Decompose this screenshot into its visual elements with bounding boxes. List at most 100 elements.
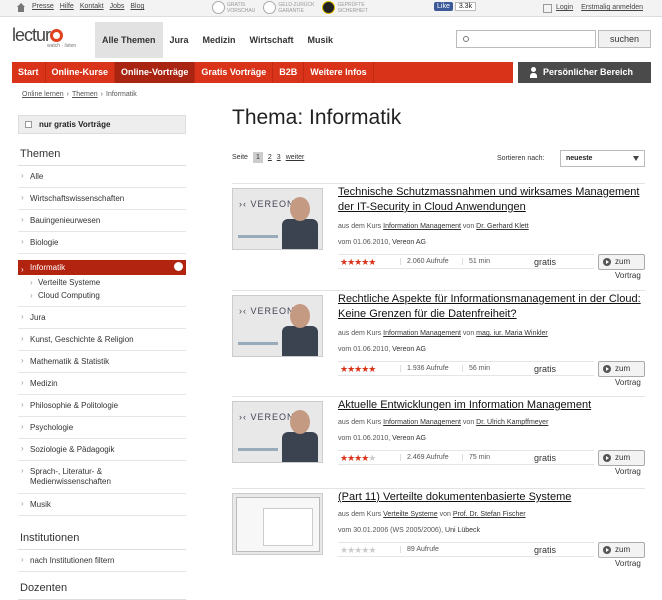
- remove-filter-icon[interactable]: [174, 262, 183, 271]
- home-icon[interactable]: [16, 3, 26, 13]
- personal-area-button[interactable]: Persönlicher Bereich: [518, 62, 651, 83]
- subnav-b2b[interactable]: B2B: [273, 62, 305, 83]
- register-link[interactable]: Erstmalig anmelden: [581, 4, 643, 11]
- lecture-item: ›‹ VEREON Aktuelle Entwicklungen im Infor…: [232, 396, 645, 489]
- login-link[interactable]: Login: [556, 4, 573, 11]
- lecture-title-link[interactable]: (Part 11) Verteilte dokumentenbasierte S…: [338, 490, 645, 505]
- gratis-filter-checkbox[interactable]: nur gratis Vorträge: [18, 115, 186, 134]
- play-circle-icon: [212, 1, 225, 14]
- breadcrumb-themen[interactable]: Themen: [72, 91, 98, 98]
- badge-sicherheit: GEPRÜFTE SICHERHEIT: [322, 1, 368, 14]
- lecture-item: ›‹ VEREON Rechtliche Aspekte für Informat…: [232, 290, 645, 387]
- sidebar-item-alle[interactable]: Alle: [18, 166, 186, 188]
- lecture-item: (Part 11) Verteilte dokumentenbasierte S…: [232, 488, 645, 581]
- author-link[interactable]: mag. iur. Maria Winkler: [476, 330, 548, 337]
- subnav-start[interactable]: Start: [12, 62, 46, 83]
- duration: 75 min: [462, 454, 490, 461]
- sub-navigation: Start Online-Kurse Online-Vorträge Grati…: [12, 62, 513, 83]
- play-icon: [603, 365, 611, 373]
- author-link[interactable]: Dr. Ulrich Kampffmeyer: [476, 419, 548, 426]
- open-lecture-button[interactable]: zum Vortrag: [598, 542, 645, 568]
- themen-heading: Themen: [18, 148, 186, 166]
- facebook-like-button[interactable]: Like: [434, 2, 453, 11]
- course-link[interactable]: Information Management: [383, 223, 461, 230]
- rating-stars: ★★★★★: [340, 545, 376, 555]
- search-input[interactable]: [456, 30, 596, 48]
- org-link[interactable]: Vereon AG: [392, 346, 426, 353]
- sidebar-item-informatik[interactable]: Informatik: [18, 260, 186, 275]
- nav-jura[interactable]: Jura: [163, 22, 196, 58]
- view-count: 1.936 Aufrufe: [400, 365, 449, 372]
- sidebar-item-soziologie[interactable]: Soziologie & Pädagogik: [18, 439, 186, 461]
- author-link[interactable]: Dr. Gerhard Klett: [476, 223, 529, 230]
- logo-tagline: watch · listen: [47, 43, 77, 49]
- lecture-item: ›‹ VEREON Technische Schutzmassnahmen und…: [232, 183, 645, 280]
- checkbox-icon: [25, 121, 32, 128]
- view-count: 2.469 Aufrufe: [400, 454, 449, 461]
- nav-wirtschaft[interactable]: Wirtschaft: [243, 22, 301, 58]
- link-presse[interactable]: Presse: [32, 3, 54, 13]
- sidebar-item-wirtschaftswissenschaften[interactable]: Wirtschaftswissenschaften: [18, 188, 186, 210]
- sidebar-item-jura[interactable]: Jura: [18, 307, 186, 329]
- subnav-online-kurse[interactable]: Online-Kurse: [46, 62, 116, 83]
- page-next[interactable]: weiter: [286, 154, 305, 161]
- course-link[interactable]: Verteilte Systeme: [383, 511, 437, 518]
- lecture-title-link[interactable]: Rechtliche Aspekte für Informationsmanag…: [338, 292, 645, 322]
- sidebar-item-psychologie[interactable]: Psychologie: [18, 417, 186, 439]
- link-kontakt[interactable]: Kontakt: [80, 3, 104, 13]
- sidebar-item-sprachwissenschaften[interactable]: Sprach-, Literatur- &Medienwissenschafte…: [18, 461, 186, 494]
- link-jobs[interactable]: Jobs: [110, 3, 125, 13]
- course-link[interactable]: Information Management: [383, 419, 461, 426]
- sidebar-item-institutionen-filter[interactable]: nach Institutionen filtern: [18, 550, 186, 572]
- link-hilfe[interactable]: Hilfe: [60, 3, 74, 13]
- sidebar-subitem-verteilte-systeme[interactable]: Verteilte Systeme: [18, 275, 186, 290]
- sidebar-item-bauingenieurwesen[interactable]: Bauingenieurwesen: [18, 210, 186, 232]
- breadcrumb-online-lernen[interactable]: Online lernen: [22, 91, 64, 98]
- refresh-circle-icon: [263, 1, 277, 14]
- course-link[interactable]: Information Management: [383, 330, 461, 337]
- sidebar-item-kunst[interactable]: Kunst, Geschichte & Religion: [18, 329, 186, 351]
- subnav-gratis-vortraege[interactable]: Gratis Vorträge: [195, 62, 274, 83]
- author-link[interactable]: Prof. Dr. Stefan Fischer: [453, 511, 526, 518]
- page-2[interactable]: 2: [268, 154, 272, 161]
- subnav-weitere-infos[interactable]: Weitere Infos: [304, 62, 374, 83]
- sidebar-item-mathematik[interactable]: Mathematik & Statistik: [18, 351, 186, 373]
- lecture-course-meta: aus dem Kurs Information Management von …: [338, 419, 549, 426]
- price-label: gratis: [534, 364, 557, 374]
- lecture-course-meta: aus dem Kurs Information Management von …: [338, 330, 548, 337]
- nav-musik[interactable]: Musik: [300, 22, 340, 58]
- org-link[interactable]: Vereon AG: [392, 239, 426, 246]
- sidebar-item-musik[interactable]: Musik: [18, 494, 186, 516]
- nav-medizin[interactable]: Medizin: [196, 22, 243, 58]
- view-count: 89 Aufrufe: [400, 546, 439, 553]
- lecture-course-meta: aus dem Kurs Verteilte Systeme von Prof.…: [338, 511, 526, 518]
- lecture-thumbnail[interactable]: [232, 493, 323, 555]
- search-button[interactable]: suchen: [598, 30, 651, 48]
- play-icon: [603, 258, 611, 266]
- lecture-thumbnail[interactable]: ›‹ VEREON: [232, 295, 323, 357]
- seal-icon: [322, 1, 336, 14]
- open-lecture-button[interactable]: zum Vortrag: [598, 450, 645, 476]
- org-link[interactable]: Vereon AG: [392, 435, 426, 442]
- link-blog[interactable]: Blog: [130, 3, 144, 13]
- lecture-thumbnail[interactable]: ›‹ VEREON: [232, 188, 323, 250]
- org-link[interactable]: Uni Lübeck: [445, 527, 480, 534]
- sidebar-item-medizin[interactable]: Medizin: [18, 373, 186, 395]
- nav-alle-themen[interactable]: Alle Themen: [95, 22, 163, 58]
- lecture-title-link[interactable]: Aktuelle Entwicklungen im Information Ma…: [338, 398, 645, 413]
- main-navigation: Alle Themen Jura Medizin Wirtschaft Musi…: [95, 22, 340, 58]
- open-lecture-button[interactable]: zum Vortrag: [598, 361, 645, 387]
- sidebar-item-philosophie[interactable]: Philosophie & Politologie: [18, 395, 186, 417]
- open-lecture-button[interactable]: zum Vortrag: [598, 254, 645, 280]
- subnav-online-vortraege[interactable]: Online-Vorträge: [115, 62, 196, 83]
- page-3[interactable]: 3: [277, 154, 281, 161]
- top-utility-bar: Presse Hilfe Kontakt Jobs Blog GRATIS VOR…: [0, 0, 662, 17]
- lecture-title-link[interactable]: Technische Schutzmassnahmen und wirksame…: [338, 185, 645, 215]
- facebook-like: Like 3.3k: [434, 2, 477, 11]
- sort-select[interactable]: neueste: [560, 150, 645, 167]
- sidebar-subitem-cloud-computing[interactable]: Cloud Computing: [18, 290, 186, 307]
- lecture-thumbnail[interactable]: ›‹ VEREON: [232, 401, 323, 463]
- sidebar-item-biologie[interactable]: Biologie: [18, 232, 186, 254]
- utility-links: Presse Hilfe Kontakt Jobs Blog: [16, 3, 144, 13]
- chevron-down-icon: [633, 156, 639, 161]
